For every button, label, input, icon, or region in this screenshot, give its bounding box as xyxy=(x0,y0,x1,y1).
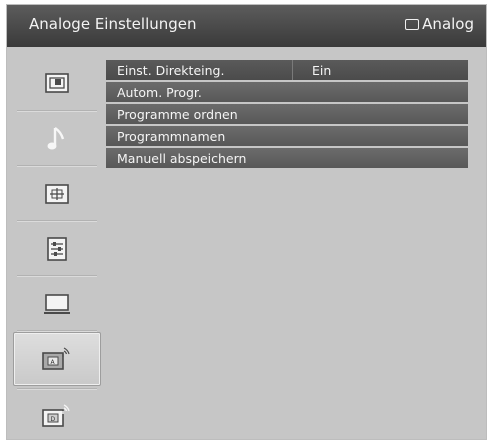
settings-menu: Einst. Direkteing. Ein Autom. Progr. Pro… xyxy=(106,60,468,170)
menu-item-manual-store[interactable]: Manuell abspeichern xyxy=(106,148,468,168)
menu-item-label: Einst. Direkteing. xyxy=(117,62,225,78)
menu-item-label: Autom. Progr. xyxy=(117,84,202,100)
sidebar-item-digital-setup[interactable]: D xyxy=(13,390,101,442)
tv-source-icon xyxy=(405,18,420,30)
sidebar-divider xyxy=(17,275,97,277)
sidebar-item-screen[interactable] xyxy=(13,168,101,220)
menu-item-value: Ein xyxy=(312,63,332,78)
sidebar-divider xyxy=(17,110,97,112)
sidebar-item-settings[interactable] xyxy=(13,223,101,275)
digital-setup-icon: D xyxy=(42,404,70,427)
menu-item-program-names[interactable]: Programmnamen xyxy=(106,126,468,146)
sidebar-item-monitor[interactable] xyxy=(13,278,101,330)
analog-setup-icon: A xyxy=(42,347,70,370)
source-label: Analog xyxy=(422,15,474,33)
menu-item-label: Programmnamen xyxy=(117,128,226,144)
sidebar-divider xyxy=(17,165,97,167)
music-note-icon xyxy=(47,127,65,150)
menu-item-auto-program[interactable]: Autom. Progr. xyxy=(106,82,468,102)
svg-text:D: D xyxy=(51,416,56,423)
category-sidebar: A D xyxy=(13,57,101,439)
sidebar-divider xyxy=(17,220,97,222)
picture-icon xyxy=(45,73,69,93)
menu-item-direct-input[interactable]: Einst. Direkteing. Ein xyxy=(106,60,468,80)
title-bar: Analoge Einstellungen Analog xyxy=(7,5,486,47)
sidebar-item-picture[interactable] xyxy=(13,57,101,109)
menu-item-sort-programs[interactable]: Programme ordnen xyxy=(106,104,468,124)
screen-format-icon xyxy=(45,184,69,204)
menu-item-label: Manuell abspeichern xyxy=(117,150,247,166)
source-indicator: Analog xyxy=(405,15,474,33)
menu-item-label-box: Einst. Direkteing. xyxy=(106,60,293,80)
page-title: Analoge Einstellungen xyxy=(29,15,197,33)
settings-list-icon xyxy=(47,237,67,261)
sidebar-item-analog-setup[interactable]: A xyxy=(13,332,101,386)
menu-item-label: Programme ordnen xyxy=(117,106,238,122)
sidebar-item-sound[interactable] xyxy=(13,113,101,165)
monitor-icon xyxy=(44,294,70,314)
settings-window: Analoge Einstellungen Analog A D Einst. … xyxy=(6,4,487,440)
